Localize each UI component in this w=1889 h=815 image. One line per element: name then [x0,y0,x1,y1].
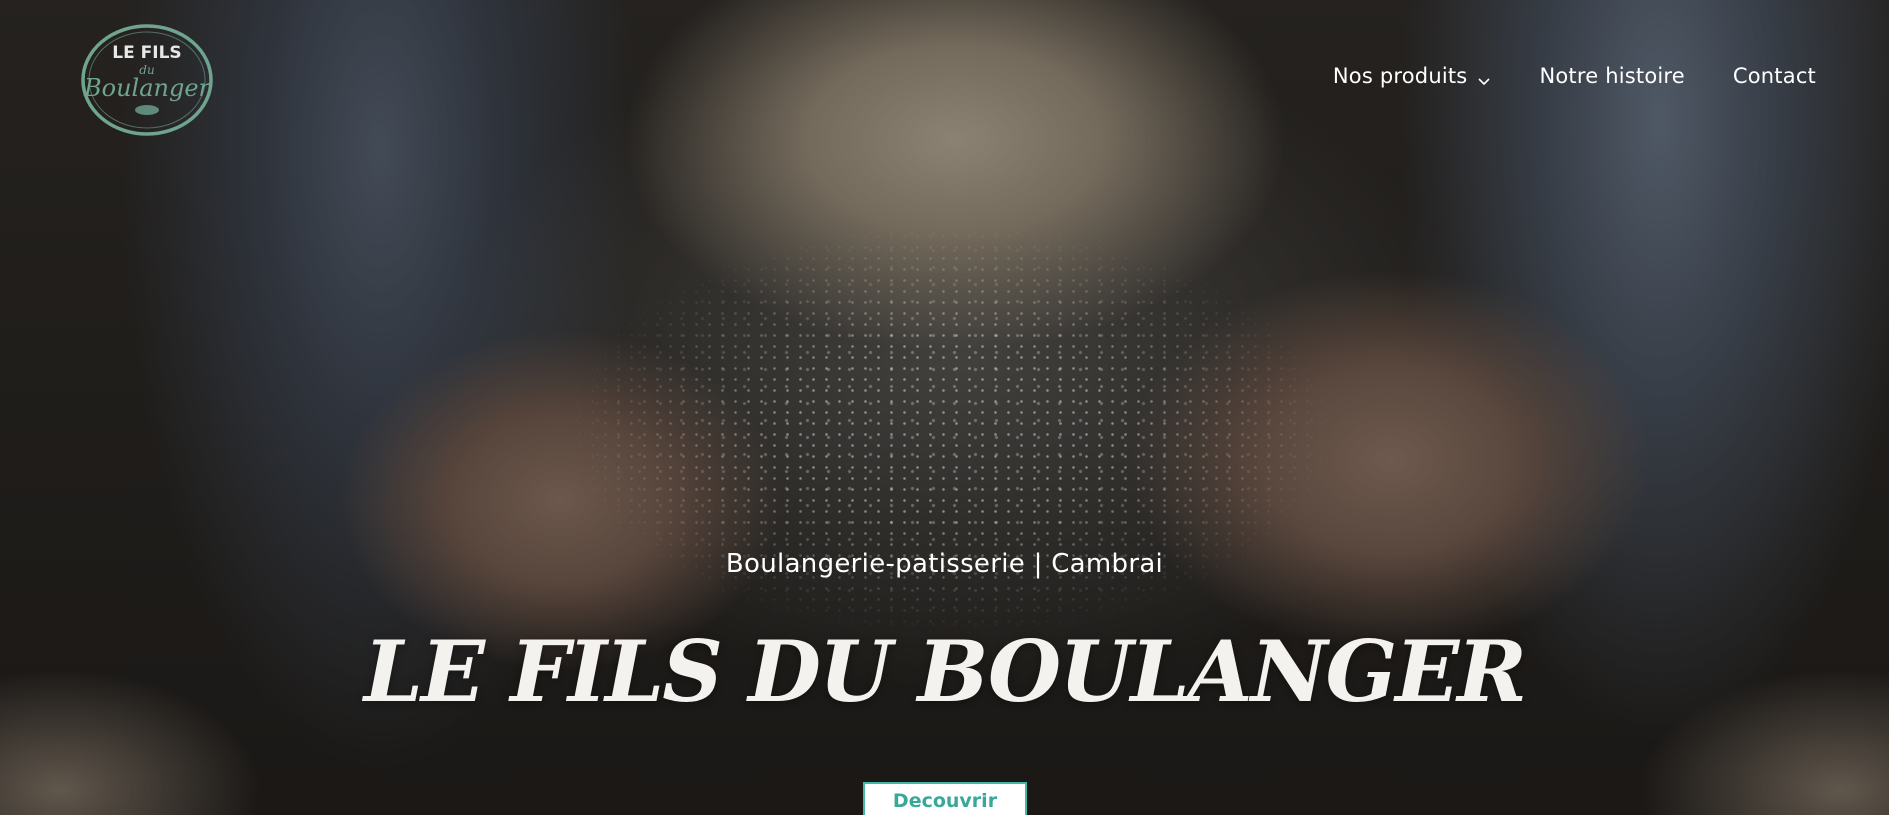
discover-button[interactable]: Decouvrir [863,782,1027,815]
svg-text:LE FILS: LE FILS [112,43,181,63]
nav-item-contact[interactable]: Contact [1733,64,1816,88]
nav-item-label: Contact [1732,64,1816,88]
chevron-down-icon [1477,69,1491,86]
nav-item-notre-histoire[interactable]: Notre histoire [1539,64,1684,88]
nav-item-nos-produits[interactable]: Nos produits [1333,64,1492,88]
logo-emblem-icon: LE FILS du Boulanger [81,24,213,136]
nav-item-label: Nos produits [1332,64,1468,88]
hero-subtitle: Boulangerie-patisserie | Cambrai [725,549,1164,579]
site-logo[interactable]: LE FILS du Boulanger [79,22,215,138]
svg-text:Boulanger: Boulanger [83,74,212,102]
hero-section: LE FILS du Boulanger Nos produits Notre … [0,0,1889,815]
main-navigation: Nos produits Notre histoire Contact [1333,64,1816,88]
nav-item-label: Notre histoire [1539,64,1685,88]
hero-title: LE FILS DU BOULANGER [363,622,1527,721]
